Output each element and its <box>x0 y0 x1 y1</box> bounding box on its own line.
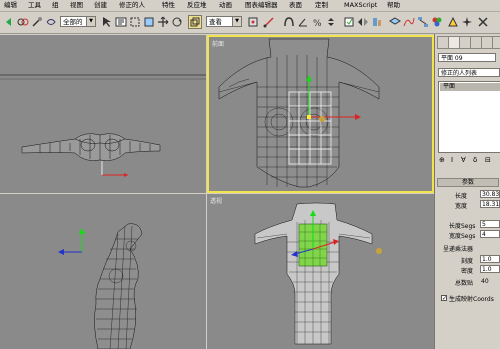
length-segs-spinner[interactable]: 5 <box>480 220 500 228</box>
top-view-mesh <box>0 74 206 177</box>
menu-views[interactable]: 视图 <box>70 1 83 10</box>
schematic-view-icon[interactable] <box>416 15 430 29</box>
modifier-list-dropdown[interactable]: 修正的人列表 <box>438 68 500 77</box>
menu-modifiers[interactable]: 修正的人 <box>119 1 145 10</box>
total-faces-label: 总数贴 <box>455 280 474 287</box>
scale-spinner[interactable]: 1.0 <box>480 255 500 263</box>
length-spinner[interactable]: 30.83 <box>480 190 500 198</box>
chevron-down-icon: ▼ <box>86 17 95 26</box>
select-by-name-icon[interactable] <box>114 15 128 29</box>
remove-modifier-icon[interactable]: δ <box>473 156 477 164</box>
density-spinner[interactable]: 1.0 <box>480 265 500 273</box>
menu-group[interactable]: 组 <box>52 1 59 10</box>
menu-character[interactable]: 特性 <box>162 1 175 10</box>
generate-mapping-label: 生成映射Coords <box>449 296 494 303</box>
rect-selection-region-icon[interactable] <box>128 15 142 29</box>
menu-rendering[interactable]: 表面 <box>289 1 302 10</box>
window-crossing-icon[interactable] <box>142 15 156 29</box>
perspective-view-mesh <box>254 202 382 345</box>
curve-editor-icon[interactable] <box>402 15 416 29</box>
select-and-scale-icon[interactable] <box>188 15 202 29</box>
front-view-mesh <box>218 38 380 188</box>
select-and-move-icon[interactable] <box>156 15 170 29</box>
object-name-field[interactable]: 平面 09 <box>438 53 496 62</box>
main-toolbar: 全部的 ▼ 查看 ▼ % <box>0 12 500 34</box>
viewport-front[interactable]: 前面 <box>207 35 434 193</box>
layer-manager-icon[interactable] <box>388 15 402 29</box>
render-type-icon[interactable] <box>476 15 490 29</box>
width-segs-spinner[interactable]: 4 <box>480 230 500 238</box>
snap-toggle-icon[interactable] <box>282 15 296 29</box>
quick-render-icon[interactable] <box>460 15 474 29</box>
menu-customize[interactable]: 定制 <box>315 1 328 10</box>
render-multipliers-title: 呈递乘法器 <box>443 246 474 253</box>
undo-icon[interactable] <box>2 15 16 29</box>
configure-modifier-sets-icon[interactable]: ⊟ <box>485 156 491 164</box>
pin-stack-icon[interactable]: ⊕ <box>439 156 445 164</box>
left-view-mesh <box>58 223 143 349</box>
render-scene-icon[interactable] <box>446 15 460 29</box>
menu-bar: 编辑 工具 组 视图 创建 修正的人 特性 反应堆 动画 图表编辑器 表面 定制… <box>0 0 500 12</box>
scale-label: 刻度 <box>461 258 474 265</box>
viewport-top[interactable] <box>0 35 206 193</box>
select-and-manipulate-icon[interactable] <box>262 15 276 29</box>
width-segs-label: 宽度Segs <box>449 233 476 240</box>
stack-item-plane[interactable]: 平面 <box>440 83 500 91</box>
select-object-icon[interactable] <box>100 15 114 29</box>
stack-controls: ⊕ I ∀ δ ⊟ <box>437 154 499 166</box>
total-faces-value: 40 <box>481 278 489 285</box>
selection-filter-dropdown[interactable]: 全部的 ▼ <box>60 16 96 27</box>
make-unique-icon[interactable]: ∀ <box>461 156 466 164</box>
tab-utilities-icon[interactable] <box>492 36 500 49</box>
selection-filter-value: 全部的 <box>63 18 83 26</box>
show-end-result-icon[interactable]: I <box>451 156 453 164</box>
density-label: 密度 <box>461 268 474 275</box>
select-and-rotate-icon[interactable] <box>170 15 184 29</box>
modifier-stack: 平面 <box>438 81 500 153</box>
menu-reactor[interactable]: 反应堆 <box>187 1 207 10</box>
svg-text:%: % <box>313 19 322 28</box>
menu-graph-editors[interactable]: 图表编辑器 <box>245 1 278 10</box>
named-selection-icon[interactable] <box>342 15 356 29</box>
length-segs-label: 长度Segs <box>449 223 476 230</box>
spinner-snap-icon[interactable] <box>324 15 338 29</box>
align-icon[interactable] <box>370 15 384 29</box>
width-label: 宽度 <box>455 203 468 210</box>
command-panel-tabs <box>437 36 500 49</box>
mirror-icon[interactable] <box>356 15 370 29</box>
pivot-center-icon[interactable] <box>246 15 260 29</box>
menu-create[interactable]: 创建 <box>94 1 107 10</box>
bind-space-warp-icon[interactable] <box>44 15 58 29</box>
menu-help[interactable]: 帮助 <box>387 1 400 10</box>
unlink-icon[interactable] <box>30 15 44 29</box>
menu-edit[interactable]: 编辑 <box>4 1 17 10</box>
width-spinner[interactable]: 18.31 <box>480 200 500 208</box>
angle-snap-icon[interactable] <box>296 15 310 29</box>
reference-coord-value: 查看 <box>209 18 222 26</box>
parameters-rollout[interactable]: 参数 <box>437 178 499 187</box>
viewport-left[interactable] <box>0 194 206 349</box>
reference-coord-dropdown[interactable]: 查看 ▼ <box>206 16 242 27</box>
select-link-icon[interactable] <box>16 15 30 29</box>
viewport-perspective[interactable]: 透视 <box>207 194 434 349</box>
material-editor-icon[interactable] <box>430 15 444 29</box>
length-label: 长度 <box>455 193 468 200</box>
menu-animation[interactable]: 动画 <box>219 1 232 10</box>
menu-tools[interactable]: 工具 <box>28 1 41 10</box>
percent-snap-icon[interactable]: % <box>310 15 324 29</box>
chevron-down-icon: ▼ <box>232 17 241 26</box>
generate-mapping-checkbox[interactable]: ✓ <box>441 295 447 302</box>
command-panel: 平面 09 修正的人列表 平面 ⊕ I ∀ δ ⊟ 参数 长度 30.83 宽度… <box>434 34 500 349</box>
menu-maxscript[interactable]: MAXScript <box>344 1 377 10</box>
